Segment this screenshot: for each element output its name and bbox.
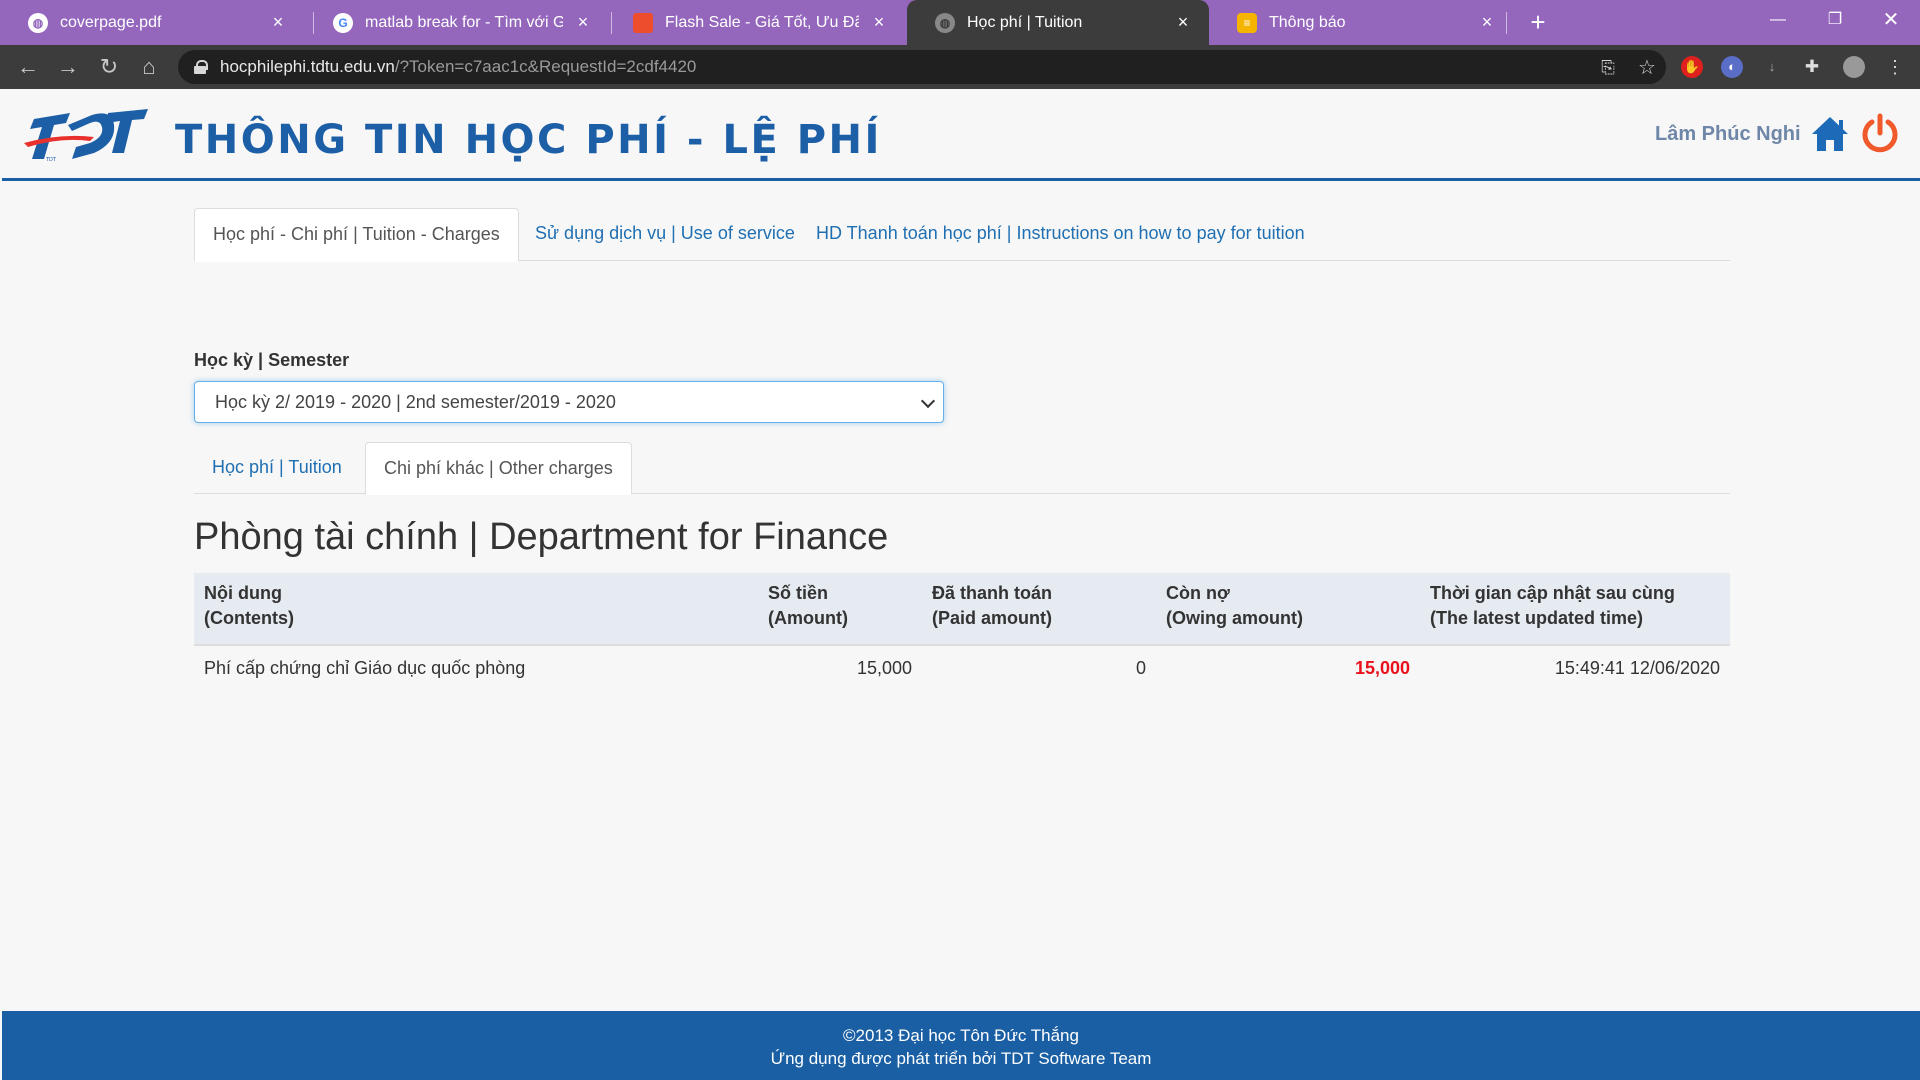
column-header-paid: Đã thanh toán (Paid amount) <box>922 573 1156 646</box>
tab-payment-instructions[interactable]: HD Thanh toán học phí | Instructions on … <box>798 208 1323 261</box>
cell-updated-time: 15:49:41 12/06/2020 <box>1554 658 1720 678</box>
address-bar[interactable]: hocphilephi.tdtu.edu.vn/?Token=c7aac1c&R… <box>178 50 1666 84</box>
tab-divider <box>1506 12 1507 34</box>
tab-tuition-charges[interactable]: Học phí - Chi phí | Tuition - Charges <box>194 208 519 262</box>
notification-icon: ≡ <box>1237 12 1257 33</box>
profile-avatar[interactable] <box>1843 56 1865 78</box>
browser-tab[interactable]: Flash Sale - Giá Tốt, Ưu Đãi Khủng × <box>605 0 905 45</box>
close-tab-icon[interactable]: × <box>573 12 593 33</box>
close-tab-icon[interactable]: × <box>1477 12 1497 33</box>
lock-icon <box>194 60 208 74</box>
google-icon: G <box>333 12 353 33</box>
new-tab-button[interactable]: + <box>1522 6 1554 38</box>
tab-other-charges[interactable]: Chi phí khác | Other charges <box>365 442 632 495</box>
column-header-owing: Còn nợ (Owing amount) <box>1156 573 1420 646</box>
user-name[interactable]: Lâm Phúc Nghi <box>1655 123 1801 146</box>
logo-caption: TDT <box>45 157 57 163</box>
download-extension-icon[interactable]: ↓ <box>1761 56 1783 78</box>
department-title: Phòng tài chính | Department for Finance <box>194 516 889 558</box>
cell-content: Phí cấp chứng chỉ Giáo dục quốc phòng <box>204 658 526 678</box>
cell-owing: 15,000 <box>1354 658 1410 678</box>
adblock-extension-icon[interactable]: ✋ <box>1681 56 1703 78</box>
more-menu-icon[interactable]: ⋮ <box>1884 56 1906 78</box>
power-icon[interactable] <box>1859 113 1901 155</box>
url-host: hocphilephi.tdtu.edu.vn <box>220 57 395 76</box>
footer-credit: Ứng dụng được phát triển bởi TDT Softwar… <box>770 1049 1152 1068</box>
browser-tab[interactable]: ≡ Thông báo × <box>1209 0 1513 45</box>
table-row: Phí cấp chứng chỉ Giáo dục quốc phòng 15… <box>194 645 1730 691</box>
home-icon[interactable] <box>1810 114 1850 154</box>
browser-tab[interactable]: G matlab break for - Tìm với Google × <box>305 0 609 45</box>
reload-icon[interactable]: ↻ <box>93 51 125 83</box>
shopee-icon <box>633 12 653 33</box>
close-tab-icon[interactable]: × <box>1173 12 1193 33</box>
url-path: /?Token=c7aac1c&RequestId=2cdf4420 <box>394 57 697 76</box>
back-icon[interactable]: ← <box>12 51 44 83</box>
column-header-updated: Thời gian cập nhật sau cùng (The latest u… <box>1420 573 1730 646</box>
puzzle-extensions-icon[interactable]: ✚ <box>1801 56 1823 78</box>
forward-icon[interactable]: → <box>52 51 84 83</box>
column-header-amount: Số tiền (Amount) <box>758 573 922 646</box>
close-tab-icon[interactable]: × <box>869 12 889 33</box>
sub-tabs: Học phí | Tuition Chi phí khác | Other c… <box>194 442 1730 495</box>
browser-tab-active[interactable]: ◍ Học phí | Tuition × <box>907 0 1209 45</box>
semester-selected-value: Học kỳ 2/ 2019 - 2020 | 2nd semester/201… <box>215 392 616 412</box>
bookmark-star-icon[interactable]: ☆ <box>1635 55 1659 79</box>
extension-icon[interactable]: ◐ <box>1721 56 1743 78</box>
address-toolbar: ← → ↻ ⌂ hocphilephi.tdtu.edu.vn/?Token=c… <box>0 45 1920 89</box>
main-tabs: Học phí - Chi phí | Tuition - Charges Sử… <box>194 208 1730 262</box>
site-header: TDT THÔNG TIN HỌC PHÍ - LỆ PHÍ Lâm Phúc … <box>2 89 1920 181</box>
tdt-logo[interactable]: TDT <box>20 103 150 165</box>
browser-tab-title: Thông báo <box>1269 13 1346 31</box>
globe-icon: ◍ <box>935 12 955 33</box>
minimize-icon[interactable]: — <box>1753 0 1803 40</box>
browser-tab-title: coverpage.pdf <box>60 13 162 31</box>
browser-tab-title: matlab break for - Tìm với Google <box>365 13 563 31</box>
tab-tuition[interactable]: Học phí | Tuition <box>194 442 360 494</box>
table-header-row: Nội dung (Contents) Số tiền (Amount) Đã th… <box>194 573 1730 646</box>
semester-select[interactable]: Học kỳ 2/ 2019 - 2020 | 2nd semester/201… <box>194 381 944 423</box>
chevron-down-icon <box>920 393 936 409</box>
close-window-icon[interactable]: ✕ <box>1866 0 1916 40</box>
site-footer: ©2013 Đại học Tôn Đức Thắng Ứng dụng đượ… <box>2 1011 1920 1080</box>
footer-copyright: ©2013 Đại học Tôn Đức Thắng <box>843 1026 1079 1045</box>
tab-use-of-service[interactable]: Sử dụng dịch vụ | Use of service <box>517 208 813 261</box>
translate-icon[interactable]: ⎘ <box>1596 58 1620 78</box>
main-content: Học phí - Chi phí | Tuition - Charges Sử… <box>194 208 1730 678</box>
charges-table: Nội dung (Contents) Số tiền (Amount) Đã th… <box>194 573 1730 691</box>
cell-paid: 0 <box>1135 658 1146 678</box>
semester-label: Học kỳ | Semester <box>194 350 350 370</box>
browser-tab-title: Học phí | Tuition <box>967 13 1083 31</box>
restore-icon[interactable]: ❐ <box>1810 0 1860 40</box>
site-title: THÔNG TIN HỌC PHÍ - LỆ PHÍ <box>175 117 882 163</box>
browser-tab[interactable]: ◍ coverpage.pdf × <box>0 0 304 45</box>
close-tab-icon[interactable]: × <box>268 12 288 33</box>
globe-icon: ◍ <box>28 12 48 33</box>
cell-amount: 15,000 <box>856 658 912 678</box>
column-header-contents: Nội dung (Contents) <box>194 573 758 646</box>
browser-tab-title: Flash Sale - Giá Tốt, Ưu Đãi Khủng <box>665 13 859 31</box>
browser-tab-strip: ◍ coverpage.pdf × G matlab break for - T… <box>0 0 1920 45</box>
page: TDT THÔNG TIN HỌC PHÍ - LỆ PHÍ Lâm Phúc … <box>2 89 1920 1080</box>
home-browser-icon[interactable]: ⌂ <box>133 51 165 83</box>
